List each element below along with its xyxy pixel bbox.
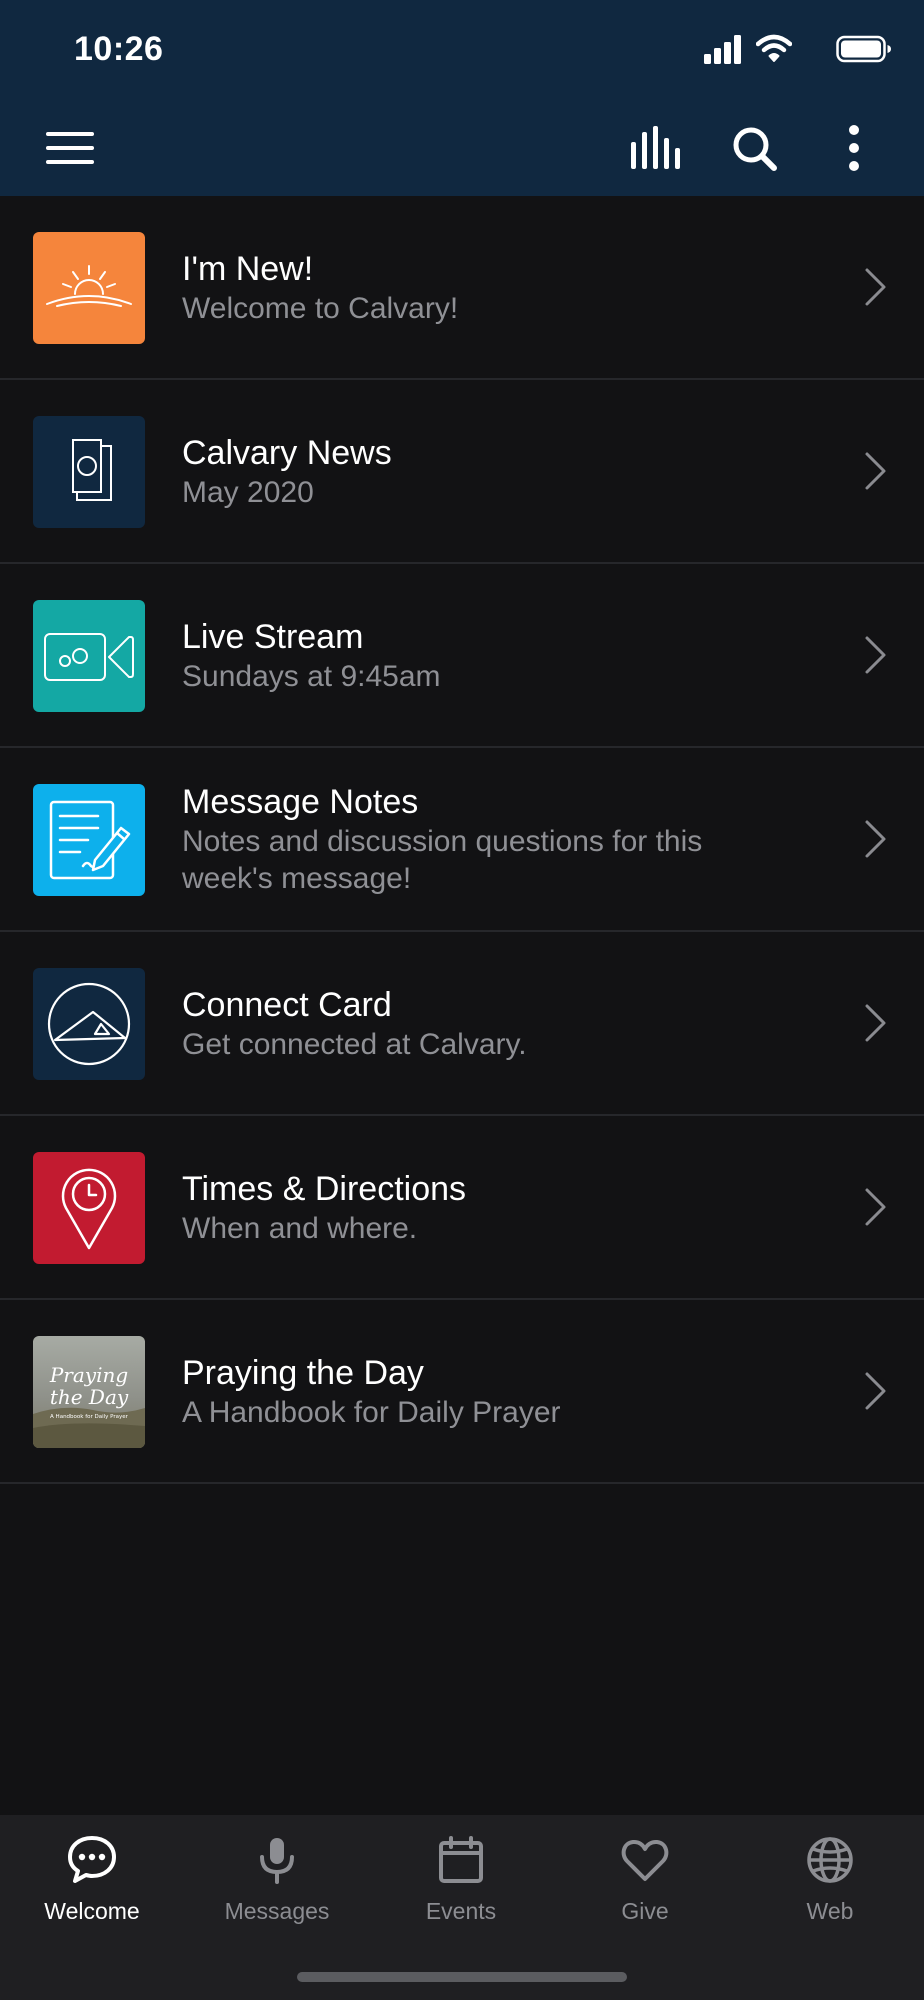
list-item-subtitle: May 2020 xyxy=(182,475,314,509)
tab-give[interactable]: Give xyxy=(553,1815,737,1925)
list-item-text: Praying the Day A Handbook for Daily Pra… xyxy=(182,1300,774,1482)
list-item-live-stream[interactable]: Live Stream Sundays at 9:45am xyxy=(0,564,924,748)
svg-text:the Day: the Day xyxy=(50,1385,129,1409)
calendar-icon xyxy=(439,1836,483,1883)
chevron-right-icon xyxy=(865,452,886,490)
list-item-connect-card[interactable]: Connect Card Get connected at Calvary. xyxy=(0,932,924,1116)
list-item-subtitle: Get connected at Calvary. xyxy=(182,1027,527,1061)
tab-events[interactable]: Events xyxy=(369,1815,553,1925)
location-clock-icon xyxy=(33,1152,145,1264)
chevron-right-icon xyxy=(865,1188,886,1226)
tab-label: Events xyxy=(425,1898,497,1924)
cellular-signal-icon xyxy=(704,35,741,64)
microphone-icon xyxy=(260,1838,294,1884)
chevron-right-icon xyxy=(865,820,886,858)
audio-bars-icon[interactable] xyxy=(630,126,682,170)
status-time: 10:26 xyxy=(74,30,164,68)
list-item-title: Connect Card xyxy=(182,985,392,1024)
list-item-im-new[interactable]: I'm New! Welcome to Calvary! xyxy=(0,196,924,380)
svg-text:A Handbook for Daily Prayer: A Handbook for Daily Prayer xyxy=(50,1414,129,1420)
list-item-subtitle: Welcome to Calvary! xyxy=(182,291,459,325)
tab-label: Welcome xyxy=(44,1898,140,1924)
list-item-text: Live Stream Sundays at 9:45am xyxy=(182,564,774,746)
home-indicator xyxy=(297,1972,627,1982)
list-item-calvary-news[interactable]: Calvary News May 2020 xyxy=(0,380,924,564)
list-item-subtitle: Notes and discussion questions for this … xyxy=(182,825,703,895)
list-item-text: Calvary News May 2020 xyxy=(182,380,774,562)
video-camera-icon xyxy=(33,600,145,712)
chevron-right-icon xyxy=(865,636,886,674)
search-icon[interactable] xyxy=(732,126,778,172)
wifi-icon xyxy=(756,34,792,62)
list-item-title: I'm New! xyxy=(182,249,314,288)
chevron-right-icon xyxy=(865,1004,886,1042)
list-item-text: Message Notes Notes and discussion quest… xyxy=(182,748,774,930)
sunrise-icon xyxy=(33,232,145,344)
more-vertical-icon[interactable] xyxy=(848,124,860,172)
list-item-text: Times & Directions When and where. xyxy=(182,1116,774,1298)
list-item-times-directions[interactable]: Times & Directions When and where. xyxy=(0,1116,924,1300)
list-item-subtitle: Sundays at 9:45am xyxy=(182,659,441,693)
list-item-text: I'm New! Welcome to Calvary! xyxy=(182,196,774,378)
book-cover-image: Praying the Day A Handbook for Daily Pra… xyxy=(33,1336,145,1448)
heart-icon xyxy=(621,1839,669,1881)
chat-bubble-icon xyxy=(68,1836,116,1883)
tab-web[interactable]: Web xyxy=(738,1815,922,1925)
notepad-pen-icon xyxy=(33,784,145,896)
chevron-right-icon xyxy=(865,268,886,306)
list-item-text: Connect Card Get connected at Calvary. xyxy=(182,932,774,1114)
tab-welcome[interactable]: Welcome xyxy=(0,1815,184,1925)
list-item-message-notes[interactable]: Message Notes Notes and discussion quest… xyxy=(0,748,924,932)
list-item-title: Calvary News xyxy=(182,433,392,472)
list-item-title: Live Stream xyxy=(182,617,364,656)
tab-messages[interactable]: Messages xyxy=(185,1815,369,1925)
svg-text:Praying: Praying xyxy=(49,1363,128,1387)
list-item-subtitle: A Handbook for Daily Prayer xyxy=(182,1395,561,1429)
bottom-tab-bar: Welcome Messages Events Give Web xyxy=(0,1815,924,2000)
list-item-title: Times & Directions xyxy=(182,1169,467,1208)
globe-icon xyxy=(807,1837,853,1883)
list-item-title: Message Notes xyxy=(182,783,419,821)
tab-label: Messages xyxy=(224,1898,330,1924)
church-logo-icon xyxy=(33,968,145,1080)
hamburger-menu-icon[interactable] xyxy=(44,130,96,166)
chevron-right-icon xyxy=(865,1372,886,1410)
app-header: 10:26 xyxy=(0,0,924,196)
list-item-title: Praying the Day xyxy=(182,1353,424,1392)
battery-icon xyxy=(836,35,891,63)
tab-label: Give xyxy=(621,1898,669,1924)
newsletter-icon xyxy=(33,416,145,528)
list-item-subtitle: When and where. xyxy=(182,1211,418,1245)
tab-label: Web xyxy=(806,1898,854,1924)
list-item-praying-the-day[interactable]: Praying the Day A Handbook for Daily Pra… xyxy=(0,1300,924,1484)
menu-list: I'm New! Welcome to Calvary! Calvary New… xyxy=(0,196,924,1484)
